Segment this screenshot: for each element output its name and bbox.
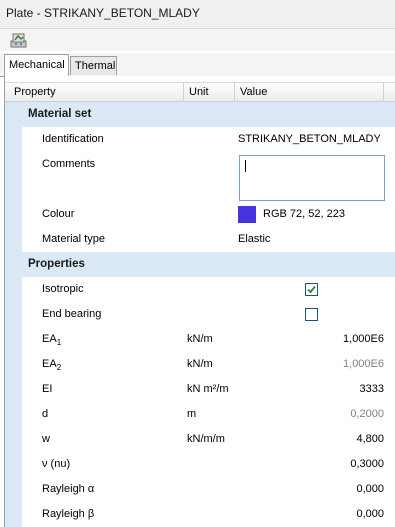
row-ea1[interactable]: EA1 kN/m 1,000E6 [5,327,395,352]
tab-mechanical[interactable]: Mechanical [4,54,69,77]
property-label: Material type [42,233,105,245]
ea1-value[interactable]: 1,000E6 [343,327,384,352]
section-title: Properties [28,258,85,270]
end-bearing-checkbox[interactable] [305,308,318,321]
material-type-value[interactable]: Elastic [238,227,270,252]
d-value: 0,2000 [350,408,384,420]
row-colour[interactable]: Colour RGB 72, 52, 223 [5,202,395,227]
tab-mechanical-label: Mechanical [9,59,65,71]
property-label: ν (nu) [42,458,71,470]
property-label: Identification [42,133,104,145]
property-label: Isotropic [42,283,84,295]
property-label: EA2 [42,358,62,373]
rayleigh-beta-value[interactable]: 0,000 [356,502,384,527]
material-database-icon[interactable] [9,31,29,49]
property-grid: Property Unit Value Material set Identif… [4,76,395,527]
property-label: Comments [42,158,96,170]
colour-value: RGB 72, 52, 223 [263,208,345,220]
toolbar [0,29,395,51]
text-caret [245,160,246,172]
isotropic-checkbox[interactable] [305,283,318,296]
unit-label: kN/m/m [187,433,225,445]
row-ei[interactable]: EI kN m²/m 3333 [5,377,395,402]
row-end-bearing[interactable]: End bearing [5,302,395,327]
row-d[interactable]: d m 0,2000 [5,402,395,427]
property-label: Rayleigh β [42,508,95,520]
row-identification[interactable]: Identification STRIKANY_BETON_MLADY [5,127,395,152]
header-value[interactable]: Value [240,86,267,98]
property-label: d [42,408,49,420]
grid-rows: Material set Identification STRIKANY_BET… [5,102,395,527]
property-label: Rayleigh α [42,483,95,495]
row-w[interactable]: w kN/m/m 4,800 [5,427,395,452]
property-label: End bearing [42,308,102,320]
section-title: Material set [28,108,92,120]
window-title: Plate - STRIKANY_BETON_MLADY [6,6,200,20]
tab-strip: Mechanical Thermal [0,53,395,77]
tab-thermal[interactable]: Thermal [70,56,117,75]
row-isotropic[interactable]: Isotropic [5,277,395,302]
nu-value[interactable]: 0,3000 [350,452,384,477]
header-unit[interactable]: Unit [189,86,209,98]
row-material-type[interactable]: Material type Elastic [5,227,395,252]
section-material-set[interactable]: Material set [5,102,395,127]
unit-label: kN/m [187,358,213,370]
grid-header: Property Unit Value [5,82,395,102]
property-label: w [42,433,50,445]
colour-swatch[interactable] [238,206,256,223]
property-label: EI [42,383,53,395]
property-label: Colour [42,208,75,220]
unit-label: kN/m [187,333,213,345]
section-properties[interactable]: Properties [5,252,395,277]
identification-value[interactable]: STRIKANY_BETON_MLADY [238,127,381,152]
row-rayleigh-alpha[interactable]: Rayleigh α 0,000 [5,477,395,502]
unit-label: m [187,408,197,420]
tab-thermal-label: Thermal [75,60,116,72]
title-bar: Plate - STRIKANY_BETON_MLADY [0,0,395,29]
row-ea2[interactable]: EA2 kN/m 1,000E6 [5,352,395,377]
unit-label: kN m²/m [187,383,229,395]
row-nu[interactable]: ν (nu) 0,3000 [5,452,395,477]
checkmark-icon [307,285,316,294]
header-property[interactable]: Property [14,86,56,98]
row-comments[interactable]: Comments [5,152,395,202]
comments-field[interactable] [239,155,385,201]
rayleigh-alpha-value[interactable]: 0,000 [356,477,384,502]
ea2-value: 1,000E6 [343,358,384,370]
w-value[interactable]: 4,800 [356,427,384,452]
property-label: EA1 [42,333,62,348]
ei-value[interactable]: 3333 [360,377,384,402]
row-rayleigh-beta[interactable]: Rayleigh β 0,000 [5,502,395,527]
